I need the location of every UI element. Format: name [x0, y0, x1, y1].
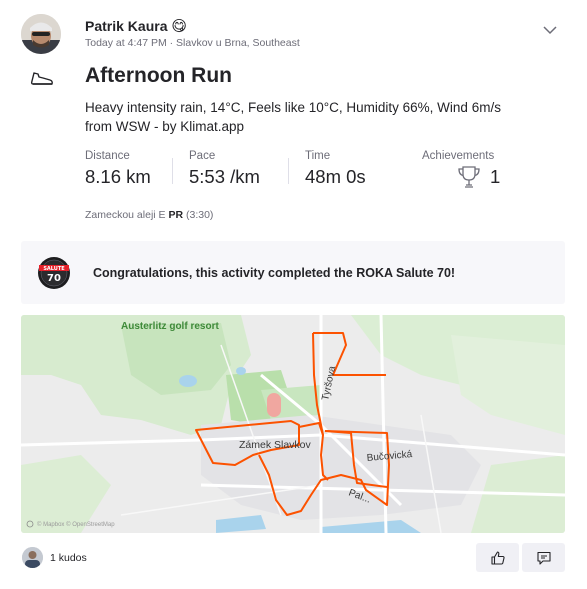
trophy-icon — [458, 166, 480, 188]
map-label-golf: Austerlitz golf resort — [121, 321, 219, 332]
athlete-name[interactable]: Patrik Kaura 😋 — [85, 17, 187, 35]
athlete-emoji: 😋 — [171, 18, 188, 35]
kudos-count[interactable]: 1 kudos — [50, 552, 87, 564]
kudos-avatar[interactable] — [22, 547, 43, 568]
stat-value: 48m 0s — [305, 166, 366, 187]
thumbs-up-icon — [490, 550, 505, 565]
athlete-name-text[interactable]: Patrik Kaura — [85, 18, 167, 34]
map-attribution[interactable]: © Mapbox © OpenStreetMap — [37, 521, 115, 528]
athlete-avatar[interactable] — [21, 14, 65, 58]
stat-divider — [172, 158, 173, 184]
stat-label: Achievements — [422, 150, 495, 162]
badge-line2: 70 — [47, 273, 61, 284]
stat-time: Time 48m 0s — [305, 150, 366, 188]
give-kudos-button[interactable] — [476, 543, 519, 572]
stat-divider — [288, 158, 289, 184]
avatar[interactable] — [21, 14, 61, 54]
comment-button[interactable] — [522, 543, 565, 572]
stat-label: Distance — [85, 150, 130, 162]
stat-pace: Pace 5:53 /km — [189, 150, 260, 188]
achievements-count: 1 — [490, 166, 501, 187]
stat-achievements[interactable]: Achievements 1 — [422, 150, 500, 190]
chevron-down-icon[interactable] — [540, 22, 560, 38]
map-label-chateau: Zámek Slavkov — [239, 439, 312, 451]
segment-name[interactable]: Zameckou aleji E — [85, 209, 166, 221]
challenge-badge-icon: SALUTE 70 — [38, 256, 70, 289]
pr-label: PR — [168, 209, 184, 221]
stat-value: 5:53 /km — [189, 166, 260, 187]
running-shoe-icon — [30, 72, 53, 85]
stat-distance: Distance 8.16 km — [85, 150, 151, 188]
challenge-banner[interactable]: SALUTE 70 Congratulations, this activity… — [21, 241, 565, 304]
activity-meta: Today at 4:47 PM · Slavkov u Brna, South… — [85, 37, 300, 49]
stat-value: 8.16 km — [85, 166, 151, 187]
stat-label: Pace — [189, 150, 216, 162]
comment-icon — [536, 551, 551, 565]
badge-line1: SALUTE — [43, 266, 65, 272]
route-map[interactable]: Austerlitz golf resort Zámek Slavkov Tyr… — [21, 315, 565, 533]
activity-description: Heavy intensity rain, 14°C, Feels like 1… — [85, 100, 501, 134]
map-canvas: Austerlitz golf resort Zámek Slavkov Tyr… — [21, 315, 565, 533]
challenge-text[interactable]: Congratulations, this activity completed… — [93, 266, 455, 280]
pr-time: (3:30) — [185, 209, 214, 221]
stat-label: Time — [305, 150, 331, 162]
activity-title[interactable]: Afternoon Run — [85, 64, 232, 88]
segment-pr[interactable]: Zameckou aleji E PR (3:30) — [85, 209, 213, 221]
